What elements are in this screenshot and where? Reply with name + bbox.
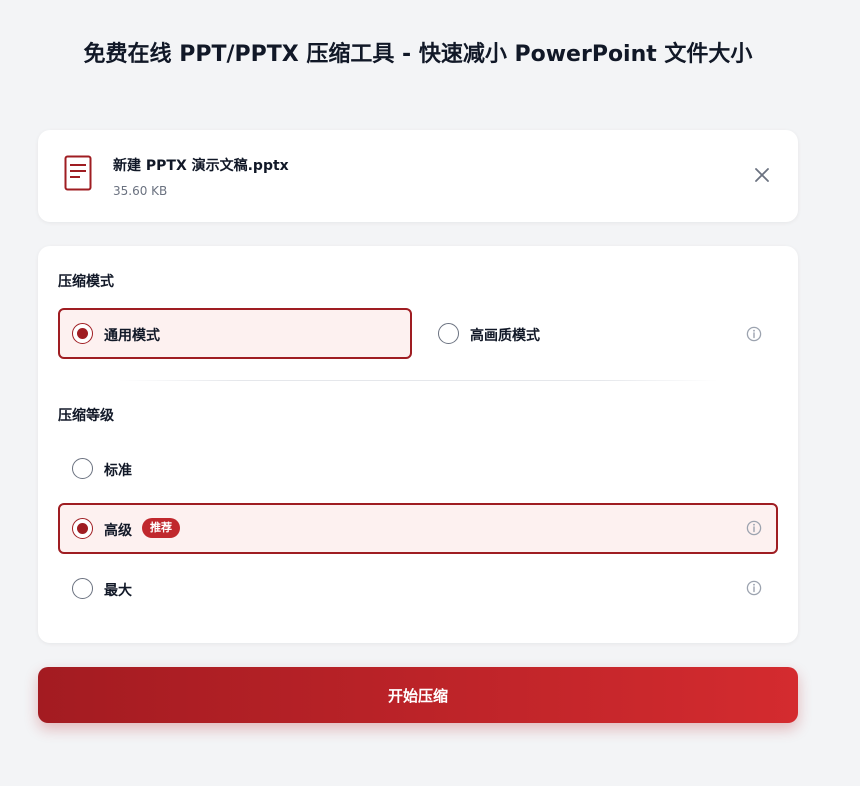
start-compress-button[interactable]: 开始压缩 [38, 667, 798, 723]
info-icon[interactable] [746, 580, 762, 596]
recommended-badge: 推荐 [142, 518, 180, 538]
file-size: 35.60 KB [113, 184, 168, 198]
level-option-maximum[interactable]: 最大 [58, 563, 778, 614]
mode-option-high-quality[interactable]: 高画质模式 [424, 308, 778, 359]
level-option-label: 最大 [104, 583, 132, 599]
compression-mode-title: 压缩模式 [58, 274, 114, 290]
radio-level-advanced[interactable] [72, 518, 93, 539]
info-icon[interactable] [746, 326, 762, 342]
mode-option-general[interactable]: 通用模式 [58, 308, 412, 359]
compression-level-title: 压缩等级 [58, 408, 114, 424]
page-title: 免费在线 PPT/PPTX 压缩工具 - 快速减小 PowerPoint 文件大… [83, 42, 753, 67]
remove-file-close-icon[interactable] [752, 165, 772, 185]
divider [118, 380, 718, 381]
level-option-label: 标准 [104, 463, 132, 479]
file-card: 新建 PPTX 演示文稿.pptx 35.60 KB [38, 130, 798, 222]
options-card: 压缩模式 通用模式 高画质模式 压缩等级 标准 高级 推荐 最大 [38, 246, 798, 643]
file-name: 新建 PPTX 演示文稿.pptx [113, 158, 289, 174]
document-icon [64, 155, 92, 191]
radio-mode-high-quality[interactable] [438, 323, 459, 344]
level-option-label: 高级 [104, 523, 132, 539]
level-option-advanced[interactable]: 高级 推荐 [58, 503, 778, 554]
mode-option-label: 通用模式 [104, 328, 160, 344]
radio-mode-general[interactable] [72, 323, 93, 344]
radio-level-maximum[interactable] [72, 578, 93, 599]
info-icon[interactable] [746, 520, 762, 536]
radio-level-standard[interactable] [72, 458, 93, 479]
mode-option-label: 高画质模式 [470, 328, 540, 344]
level-option-standard[interactable]: 标准 [58, 443, 778, 494]
